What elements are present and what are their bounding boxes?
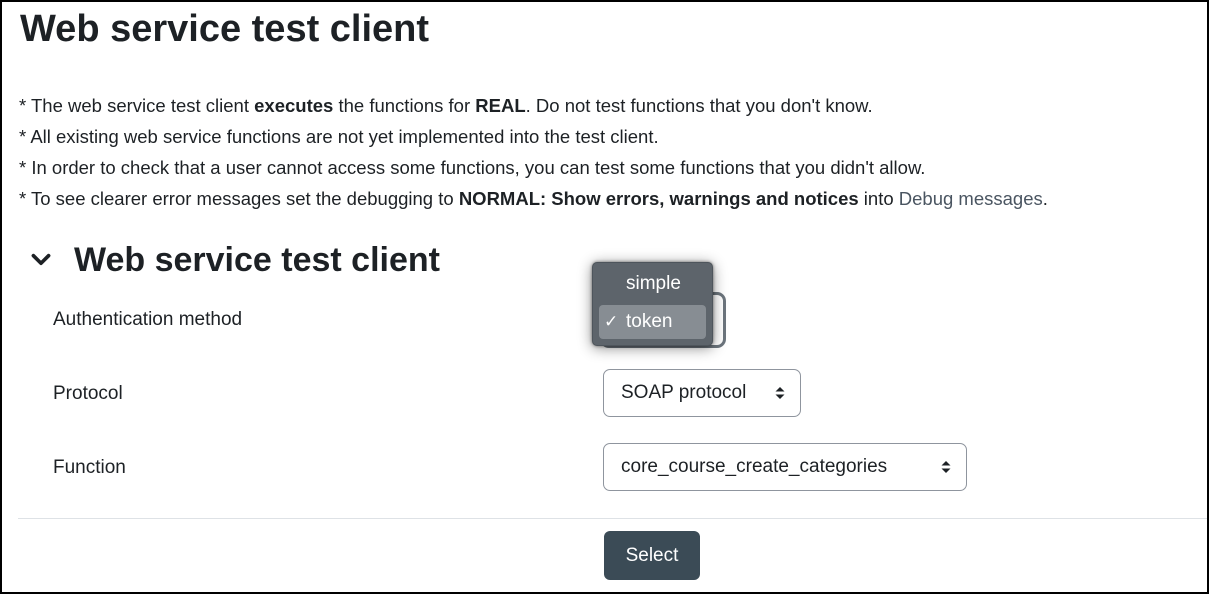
- note-item: * All existing web service functions are…: [19, 126, 659, 147]
- auth-option-simple[interactable]: simple: [599, 267, 706, 301]
- note-item: * To see clearer error messages set the …: [19, 188, 1048, 209]
- protocol-label: Protocol: [53, 383, 123, 404]
- debug-messages-link[interactable]: Debug messages: [899, 188, 1043, 209]
- select-button[interactable]: Select: [604, 531, 700, 580]
- function-label: Function: [53, 457, 126, 478]
- protocol-select-value: SOAP protocol: [621, 382, 747, 403]
- check-icon: ✓: [604, 312, 619, 331]
- auth-method-label: Authentication method: [53, 309, 243, 330]
- chevron-down-icon[interactable]: [28, 247, 54, 273]
- note-item: * In order to check that a user cannot a…: [19, 157, 926, 178]
- note-item: * The web service test client executes t…: [19, 95, 873, 116]
- function-select[interactable]: core_course_create_categories: [603, 443, 967, 491]
- auth-option-token[interactable]: ✓ token: [599, 305, 706, 339]
- form-divider: [18, 518, 1207, 519]
- notes-list: * The web service test client executes t…: [19, 90, 1048, 214]
- auth-method-dropdown: simple ✓ token: [592, 262, 713, 346]
- page-title: Web service test client: [20, 8, 430, 50]
- window-frame: Web service test client * The web servic…: [0, 0, 1209, 594]
- function-select-value: core_course_create_categories: [621, 456, 888, 477]
- up-down-caret-icon: [941, 461, 951, 473]
- protocol-select[interactable]: SOAP protocol: [603, 369, 801, 417]
- section-title: Web service test client: [74, 241, 440, 279]
- section-header[interactable]: Web service test client: [28, 238, 440, 282]
- up-down-caret-icon: [775, 387, 785, 399]
